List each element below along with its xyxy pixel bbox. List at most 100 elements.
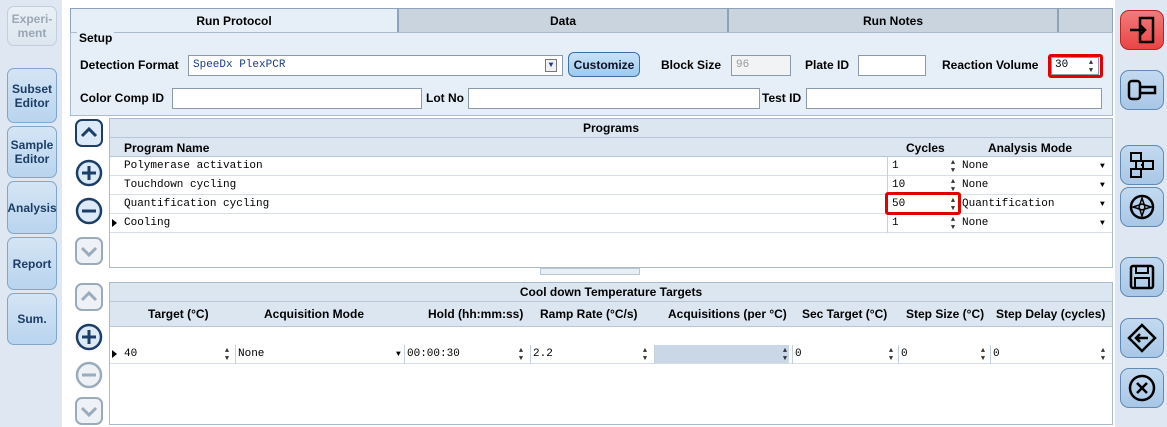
- ramp-rate-cell[interactable]: 2.2: [533, 348, 553, 360]
- chevron-down-icon[interactable]: ▼: [1100, 162, 1105, 171]
- test-id-input[interactable]: [806, 88, 1102, 109]
- analysis-mode-cell[interactable]: None: [962, 217, 988, 229]
- save-button[interactable]: [1120, 257, 1164, 297]
- spinner-up-down-icon[interactable]: ▲ ▼: [978, 347, 988, 363]
- cooldown-title: Cool down Temperature Targets: [110, 283, 1112, 302]
- header-sec-target: Sec Target (°C): [802, 307, 888, 321]
- cooldown-remove-button[interactable]: [74, 360, 104, 390]
- exit-button[interactable]: [1120, 10, 1164, 50]
- nav-subset-editor-button[interactable]: Subset Editor: [7, 68, 57, 123]
- network-button[interactable]: [1120, 145, 1164, 185]
- step-size-cell[interactable]: 0: [901, 348, 908, 360]
- sec-target-cell[interactable]: 0: [795, 348, 802, 360]
- splitter-handle[interactable]: [540, 268, 640, 275]
- chevron-down-icon[interactable]: ▼: [1100, 219, 1105, 228]
- column-divider: [235, 345, 236, 364]
- program-row[interactable]: Cooling 1 ▲ ▼ None ▼: [110, 214, 1112, 233]
- key-icon: [1127, 79, 1157, 101]
- lot-no-input[interactable]: [468, 88, 760, 109]
- spinner-up-down-icon[interactable]: ▲ ▼: [948, 159, 958, 175]
- key-button[interactable]: [1120, 70, 1164, 110]
- plus-circle-icon: [75, 323, 103, 351]
- minus-circle-icon: [75, 361, 103, 389]
- cycles-cell[interactable]: 1: [892, 217, 899, 229]
- customize-button[interactable]: Customize: [568, 52, 640, 77]
- color-comp-input[interactable]: [172, 88, 422, 109]
- nav-experiment-button[interactable]: Experi- ment: [7, 6, 57, 46]
- tab-run-notes[interactable]: Run Notes: [728, 8, 1058, 32]
- program-name-cell: Polymerase activation: [124, 160, 263, 172]
- column-divider: [898, 345, 899, 364]
- remove-program-button[interactable]: [74, 196, 104, 226]
- program-name-cell: Quantification cycling: [124, 198, 270, 210]
- spinner-up-down-icon[interactable]: ▲ ▼: [780, 347, 790, 363]
- block-size-label: Block Size: [661, 58, 722, 72]
- column-divider: [887, 214, 888, 233]
- nav-sample-editor-button[interactable]: Sample Editor: [7, 126, 57, 178]
- header-program-name: Program Name: [124, 141, 210, 155]
- cycles-cell[interactable]: 1: [892, 160, 899, 172]
- spinner-up-down-icon[interactable]: ▲ ▼: [222, 347, 232, 363]
- header-step-delay: Step Delay (cycles): [996, 307, 1106, 321]
- chevron-down-icon[interactable]: ▼: [396, 350, 401, 359]
- column-divider: [990, 345, 991, 364]
- close-circle-icon: [1128, 374, 1156, 402]
- spinner-up-down-icon[interactable]: ▲ ▼: [1098, 347, 1108, 363]
- nav-sum-button[interactable]: Sum.: [7, 293, 57, 345]
- reaction-volume-label: Reaction Volume: [942, 58, 1039, 72]
- analysis-mode-cell[interactable]: Quantification: [962, 198, 1054, 210]
- cancel-button[interactable]: [1120, 368, 1164, 408]
- save-icon: [1129, 264, 1155, 290]
- spinner-up-down-icon[interactable]: ▲ ▼: [640, 347, 650, 363]
- move-down-button[interactable]: [74, 236, 104, 266]
- programs-panel: Programs Program Name Cycles Analysis Mo…: [109, 118, 1113, 268]
- customize-label: Customize: [573, 57, 635, 72]
- program-name-cell: Cooling: [124, 217, 171, 229]
- cycles-cell[interactable]: 10: [892, 179, 905, 191]
- cooldown-add-button[interactable]: [74, 322, 104, 352]
- run-button[interactable]: [1120, 318, 1164, 358]
- compass-button[interactable]: [1120, 187, 1164, 227]
- column-divider: [792, 345, 793, 364]
- row-selector-icon: [112, 219, 117, 227]
- plate-id-input[interactable]: [858, 55, 926, 76]
- cooldown-move-down-button[interactable]: [74, 396, 104, 426]
- exit-icon: [1130, 16, 1155, 44]
- network-icon: [1130, 152, 1154, 178]
- cooldown-move-up-button[interactable]: [74, 282, 104, 312]
- chevron-down-icon[interactable]: ▼: [1100, 200, 1105, 209]
- cooldown-panel: Cool down Temperature Targets Target (°C…: [109, 282, 1113, 425]
- tab-run-protocol-label: Run Protocol: [196, 13, 272, 28]
- hold-cell[interactable]: 00:00:30: [407, 348, 460, 360]
- move-up-button[interactable]: [74, 118, 104, 148]
- spinner-up-down-icon[interactable]: ▲ ▼: [886, 347, 896, 363]
- header-ramp-rate: Ramp Rate (°C/s): [540, 307, 638, 321]
- highlight-box: [1048, 54, 1103, 78]
- step-delay-cell[interactable]: 0: [993, 348, 1000, 360]
- cooldown-row[interactable]: 40 ▲ ▼ None ▼ 00:00:30 ▲ ▼ 2.2 ▲ ▼ ▲ ▼ 0 ▲ ▼ …: [110, 345, 1112, 364]
- program-row[interactable]: Quantification cycling 50 ▲ ▼ Quantificat…: [110, 195, 1112, 214]
- analysis-mode-cell[interactable]: None: [962, 160, 988, 172]
- cooldown-header-row: Target (°C) Acquisition Mode Hold (hh:mm…: [110, 302, 1112, 327]
- analysis-mode-cell[interactable]: None: [962, 179, 988, 191]
- chevron-down-icon[interactable]: ▼: [1100, 181, 1105, 190]
- acquisition-mode-cell[interactable]: None: [238, 348, 264, 360]
- nav-subset-editor-label: Subset Editor: [11, 81, 52, 110]
- chevron-down-icon[interactable]: ▼: [545, 59, 557, 72]
- target-cell[interactable]: 40: [124, 348, 137, 360]
- tab-empty: [1058, 8, 1113, 32]
- program-row[interactable]: Polymerase activation 1 ▲ ▼ None ▼: [110, 157, 1112, 176]
- detection-format-select[interactable]: SpeeDx PlexPCR ▼: [188, 55, 563, 76]
- program-row[interactable]: Touchdown cycling 10 ▲ ▼ None ▼: [110, 176, 1112, 195]
- spinner-up-down-icon[interactable]: ▲ ▼: [516, 347, 526, 363]
- right-toolbar: [1115, 0, 1167, 427]
- nav-report-button[interactable]: Report: [7, 237, 57, 290]
- nav-analysis-button[interactable]: Analysis: [7, 181, 57, 234]
- tab-data[interactable]: Data: [398, 8, 728, 32]
- spinner-up-down-icon[interactable]: ▲ ▼: [948, 216, 958, 232]
- setup-legend: Setup: [77, 31, 115, 45]
- left-navigation: Experi- ment Subset Editor Sample Editor…: [0, 0, 62, 427]
- tab-run-protocol[interactable]: Run Protocol: [70, 8, 398, 32]
- nav-experiment-label: Experi- ment: [11, 12, 53, 40]
- add-program-button[interactable]: [74, 158, 104, 188]
